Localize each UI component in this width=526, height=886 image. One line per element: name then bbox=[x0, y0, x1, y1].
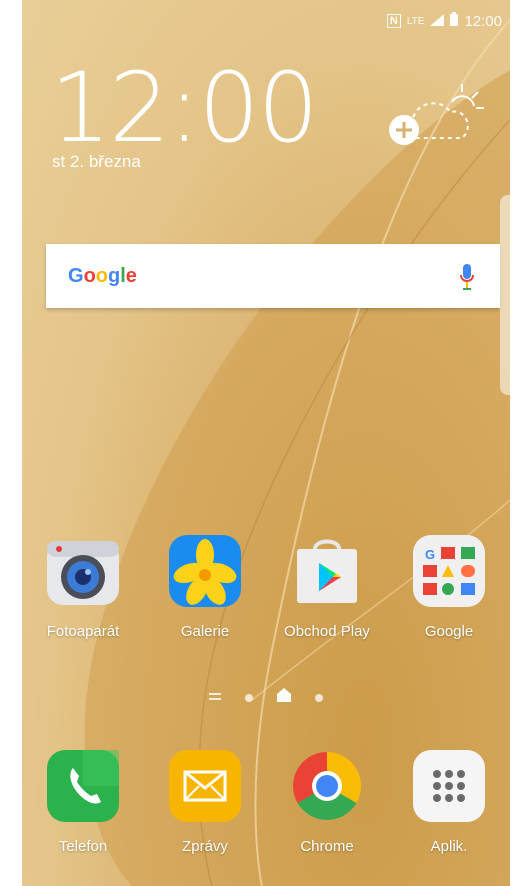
phone-icon bbox=[45, 748, 121, 824]
lock-date: st 2. března bbox=[52, 152, 141, 171]
chrome-icon bbox=[289, 748, 365, 824]
app-label: Galerie bbox=[180, 623, 230, 640]
page-indicator bbox=[22, 688, 510, 707]
page-dot[interactable] bbox=[245, 693, 253, 702]
weather-add-icon[interactable] bbox=[384, 80, 494, 150]
dock: Telefon Zprávy Chrome Aplik. bbox=[22, 748, 510, 855]
nfc-icon: N bbox=[386, 14, 401, 28]
signal-icon bbox=[430, 13, 445, 30]
dock-apps[interactable]: Aplik. bbox=[389, 748, 509, 855]
gallery-icon bbox=[167, 533, 243, 609]
google-search-bar[interactable]: Google bbox=[46, 244, 500, 308]
app-play-store[interactable]: Obchod Play bbox=[267, 533, 387, 640]
app-google-folder[interactable]: G Google bbox=[389, 533, 509, 640]
app-label: Chrome bbox=[300, 838, 354, 855]
play-store-icon bbox=[289, 533, 365, 609]
app-gallery[interactable]: Galerie bbox=[145, 533, 265, 640]
lock-clock[interactable]: 12:00 bbox=[50, 60, 319, 156]
status-bar: N LTE 12:00 bbox=[386, 12, 502, 30]
microphone-icon[interactable] bbox=[460, 264, 474, 295]
app-camera[interactable]: Fotoaparát bbox=[23, 533, 143, 640]
app-label: Telefon bbox=[58, 838, 108, 855]
edge-panel-handle[interactable] bbox=[500, 195, 510, 395]
dock-chrome[interactable]: Chrome bbox=[267, 748, 387, 855]
home-screen: N LTE 12:00 12:00 st 2. března Google Fo… bbox=[22, 0, 510, 886]
app-label: Fotoaparát bbox=[46, 623, 120, 640]
svg-text:G: G bbox=[425, 547, 435, 562]
dock-phone[interactable]: Telefon bbox=[23, 748, 143, 855]
app-label: Google bbox=[424, 623, 474, 640]
home-page-icon[interactable] bbox=[277, 688, 291, 707]
app-label: Zprávy bbox=[182, 838, 228, 855]
lte-icon: LTE bbox=[406, 15, 425, 27]
menu-lines-icon[interactable] bbox=[209, 689, 221, 707]
app-label: Aplik. bbox=[430, 838, 468, 855]
app-label: Obchod Play bbox=[284, 623, 370, 640]
page-dot[interactable] bbox=[315, 693, 323, 702]
apps-grid-icon bbox=[411, 748, 487, 824]
app-row: Fotoaparát Galerie Obchod Play G Google bbox=[22, 533, 510, 640]
messages-icon bbox=[167, 748, 243, 824]
battery-icon bbox=[450, 12, 459, 30]
dock-messages[interactable]: Zprávy bbox=[145, 748, 265, 855]
camera-icon bbox=[45, 533, 121, 609]
status-time: 12:00 bbox=[464, 12, 502, 30]
google-folder-icon: G bbox=[411, 533, 487, 609]
google-logo: Google bbox=[68, 264, 137, 287]
